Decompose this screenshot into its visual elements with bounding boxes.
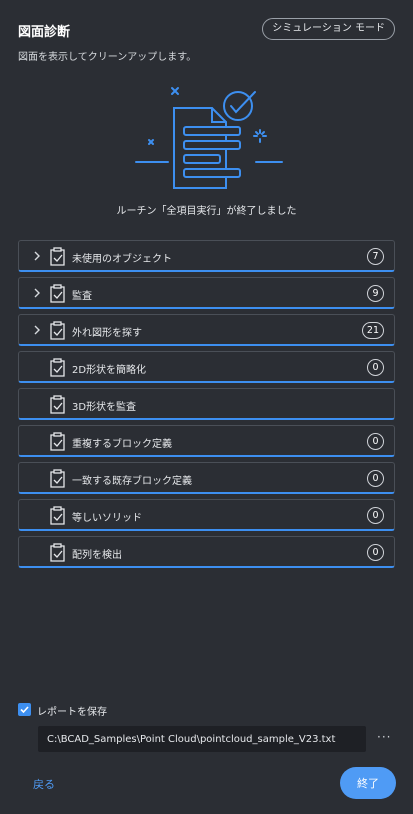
- routine-row-audit-3d[interactable]: 3D形状を監査: [18, 388, 395, 420]
- clipboard-check-icon: [50, 432, 65, 451]
- routine-count-badge: 0: [367, 359, 384, 376]
- routine-list: 未使用のオブジェクト 7 監査 9 外れ図形を探す 21 2D形状を簡略化 0 …: [18, 240, 395, 573]
- clipboard-check-icon: [50, 284, 65, 303]
- checkmark-icon: [20, 706, 29, 714]
- report-path-field[interactable]: [38, 726, 366, 752]
- routine-row-detect-arrays[interactable]: 配列を検出 0: [18, 536, 395, 568]
- save-report-checkbox[interactable]: [18, 703, 31, 716]
- routine-label: 未使用のオブジェクト: [72, 254, 172, 265]
- routine-row-find-outliers[interactable]: 外れ図形を探す 21: [18, 314, 395, 346]
- simulation-mode-button[interactable]: シミュレーション モード: [262, 18, 395, 40]
- routine-label: 2D形状を簡略化: [72, 365, 147, 376]
- routine-row-equal-solids[interactable]: 等しいソリッド 0: [18, 499, 395, 531]
- clipboard-check-icon: [50, 543, 65, 562]
- routine-label: 外れ図形を探す: [72, 328, 142, 339]
- routine-row-matching-blocks[interactable]: 一致する既存ブロック定義 0: [18, 462, 395, 494]
- routine-label: 等しいソリッド: [72, 513, 142, 524]
- routine-row-audit[interactable]: 監査 9: [18, 277, 395, 309]
- panel-subtitle: 図面を表示してクリーンアップします。: [18, 52, 197, 63]
- routine-count-badge: 21: [361, 322, 384, 339]
- document-checked-illustration: [135, 87, 283, 189]
- save-report-label: レポートを保存: [37, 707, 107, 718]
- clipboard-check-icon: [50, 358, 65, 377]
- back-button[interactable]: 戻る: [33, 776, 55, 792]
- header: 図面診断 シミュレーション モード: [18, 18, 395, 42]
- routine-row-unused-objects[interactable]: 未使用のオブジェクト 7: [18, 240, 395, 272]
- routine-count-badge: 0: [367, 544, 384, 561]
- panel-title: 図面診断: [18, 25, 71, 40]
- routine-row-simplify-2d[interactable]: 2D形状を簡略化 0: [18, 351, 395, 383]
- chevron-right-icon[interactable]: [31, 324, 43, 336]
- routine-label: 監査: [72, 291, 92, 302]
- browse-more-button[interactable]: ···: [377, 730, 391, 744]
- clipboard-check-icon: [50, 469, 65, 488]
- clipboard-check-icon: [50, 506, 65, 525]
- clipboard-check-icon: [50, 247, 65, 266]
- routine-count-badge: 0: [367, 433, 384, 450]
- routine-label: 3D形状を監査: [72, 402, 137, 413]
- routine-label: 一致する既存ブロック定義: [72, 476, 192, 487]
- routine-count-badge: 0: [367, 470, 384, 487]
- routine-label: 重複するブロック定義: [72, 439, 172, 450]
- clipboard-check-icon: [50, 395, 65, 414]
- finish-button[interactable]: 終了: [340, 767, 396, 799]
- chevron-right-icon[interactable]: [31, 250, 43, 262]
- routine-row-duplicate-blocks[interactable]: 重複するブロック定義 0: [18, 425, 395, 457]
- chevron-right-icon[interactable]: [31, 287, 43, 299]
- routine-label: 配列を検出: [72, 550, 122, 561]
- routine-count-badge: 0: [367, 507, 384, 524]
- status-message: ルーチン「全項目実行」が終了しました: [116, 206, 297, 217]
- routine-count-badge: 9: [367, 285, 384, 302]
- clipboard-check-icon: [50, 321, 65, 340]
- routine-count-badge: 7: [367, 248, 384, 265]
